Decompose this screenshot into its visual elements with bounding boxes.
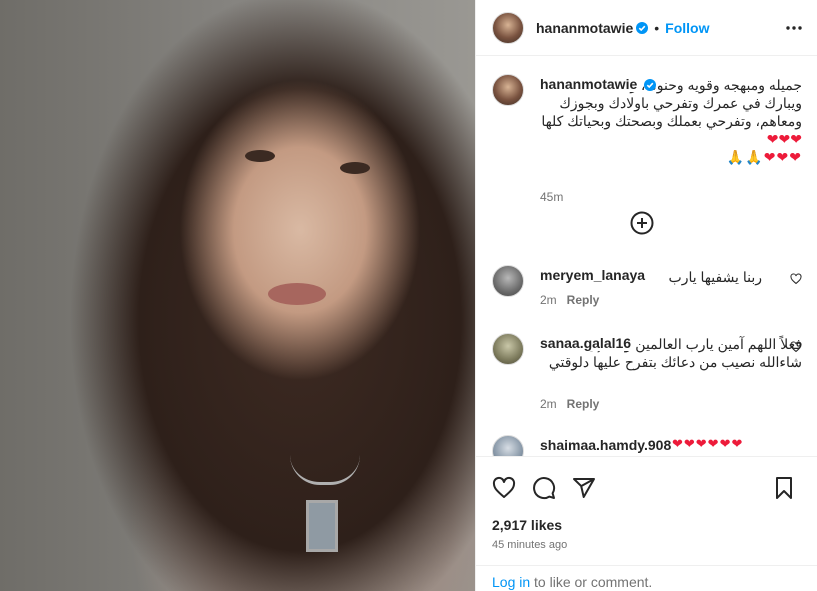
comment-item: meryem_lanaya ربنا يشفيها يارب 2m Reply <box>492 265 802 313</box>
follow-button[interactable]: Follow <box>665 20 709 36</box>
comment-username[interactable]: sanaa.galal16 <box>540 335 636 351</box>
pray-emoji: 🙏🙏 <box>726 149 764 165</box>
comment-text: ❤❤❤❤❤❤ <box>672 436 744 451</box>
like-comment-icon[interactable] <box>790 341 802 353</box>
comment-text: ربنا يشفيها يارب <box>668 269 762 285</box>
avatar[interactable] <box>492 265 524 297</box>
avatar[interactable] <box>492 435 524 456</box>
caption-emoji-line: ❤❤❤🙏🙏 <box>540 148 802 166</box>
comment-item: shaimaa.hamdy.908 ❤❤❤❤❤❤ <box>492 435 802 456</box>
comment-meta: 2m Reply <box>540 293 599 307</box>
comment-username[interactable]: meryem_lanaya <box>540 267 645 283</box>
reply-button[interactable]: Reply <box>567 293 600 307</box>
comment-meta: 2m Reply <box>540 397 599 411</box>
post-image[interactable] <box>0 0 475 591</box>
more-options-icon[interactable] <box>784 18 804 38</box>
comment-time: 2m <box>540 397 557 411</box>
post-username[interactable]: hananmotawie <box>536 20 633 36</box>
image-detail <box>268 283 326 305</box>
image-detail <box>340 162 370 174</box>
likes-count[interactable]: 2,917 likes <box>492 517 562 533</box>
reply-button[interactable]: Reply <box>567 397 600 411</box>
avatar[interactable] <box>492 11 524 44</box>
image-detail <box>245 150 275 162</box>
comments-area[interactable]: جميله ومبهجه وقويه وحنونه، ربنا يسعدك وي… <box>476 57 817 457</box>
like-icon[interactable] <box>492 476 516 500</box>
image-detail <box>290 455 360 485</box>
image-detail <box>306 500 338 552</box>
verified-icon <box>644 79 656 91</box>
comment-time: 2m <box>540 293 557 307</box>
comment-icon[interactable] <box>532 476 556 500</box>
comment-item: sanaa.galal16 فعلاً اللهم آمين يارب العا… <box>492 333 802 411</box>
post-actions <box>476 470 817 510</box>
login-link[interactable]: Log in <box>492 574 530 590</box>
caption-username[interactable]: hananmotawie <box>540 76 642 92</box>
post-timestamp: 45 minutes ago <box>492 539 568 551</box>
avatar[interactable] <box>492 333 524 365</box>
caption-time: 45m <box>540 190 564 204</box>
verified-icon <box>636 21 649 34</box>
comment-username[interactable]: shaimaa.hamdy.908 <box>540 437 671 453</box>
hearts-emoji: ❤❤❤ <box>766 131 802 147</box>
separator-dot: • <box>654 19 660 36</box>
hearts-emoji: ❤❤❤ <box>763 149 802 165</box>
load-more-comments-icon[interactable] <box>630 211 654 235</box>
share-icon[interactable] <box>572 476 596 500</box>
post-panel: hananmotawie • Follow جميله ومبهجه وقويه… <box>475 0 817 591</box>
post-header: hananmotawie • Follow <box>476 0 817 56</box>
login-prompt: Log in to like or comment. <box>476 565 817 591</box>
login-text: to like or comment. <box>530 574 653 590</box>
save-icon[interactable] <box>772 476 796 500</box>
like-comment-icon[interactable] <box>790 273 802 285</box>
avatar[interactable] <box>492 74 524 106</box>
